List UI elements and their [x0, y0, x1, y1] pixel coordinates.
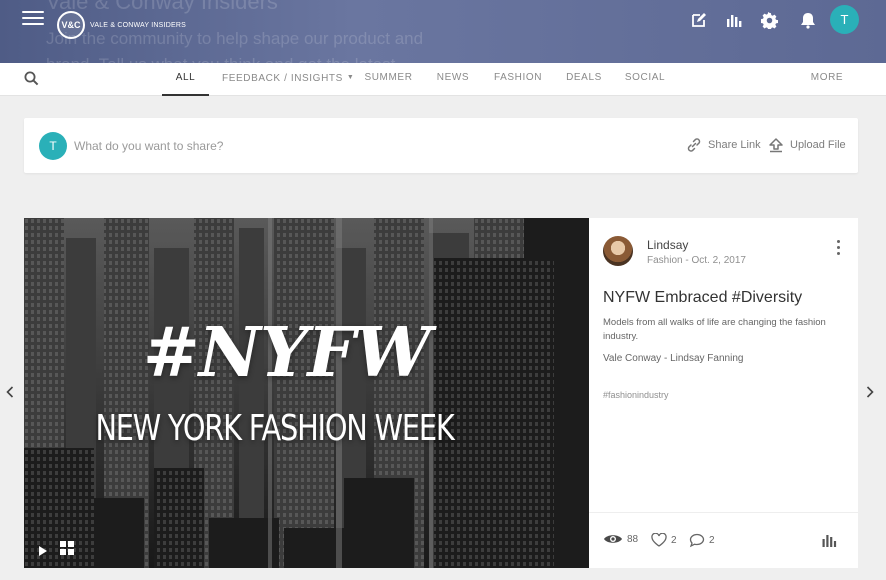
top-header: Vale & Conway Insiders Join the communit…	[0, 0, 886, 63]
author-avatar[interactable]	[603, 236, 633, 266]
like-button[interactable]: 2	[651, 533, 677, 547]
upload-file-button[interactable]: Upload File	[768, 137, 846, 153]
views-stat: 88	[603, 533, 638, 545]
post-details: Lindsay Fashion - Oct. 2, 2017 NYFW Embr…	[589, 218, 858, 568]
upload-file-label: Upload File	[790, 139, 846, 151]
stats-divider	[589, 512, 858, 513]
logo-text: VALE & CONWAY INSIDERS	[90, 21, 186, 29]
tab-social[interactable]: SOCIAL	[622, 63, 668, 96]
tab-more[interactable]: MORE	[806, 63, 848, 96]
author-name[interactable]: Lindsay	[647, 238, 688, 252]
composer-avatar: T	[39, 132, 67, 160]
eye-icon	[604, 535, 622, 543]
search-icon[interactable]	[24, 71, 40, 87]
tab-feedback-insights-label: FEEDBACK / INSIGHTS	[222, 73, 343, 84]
share-composer: T Share Link Upload File	[24, 118, 858, 173]
city-skyline-image	[24, 218, 589, 568]
post-hashtag-link[interactable]: #fashionindustry	[603, 390, 669, 400]
tab-summer[interactable]: SUMMER	[360, 63, 417, 96]
post-media[interactable]: #NYFW NEW YORK FASHION WEEK	[24, 218, 589, 568]
likes-count: 2	[671, 534, 677, 546]
share-input[interactable]	[74, 132, 634, 160]
gallery-icon[interactable]	[60, 541, 74, 555]
chevron-right-icon[interactable]	[866, 386, 876, 400]
logo-badge: V&C	[57, 11, 85, 39]
comment-icon	[689, 533, 705, 548]
post-meta: Fashion - Oct. 2, 2017	[647, 255, 746, 266]
kebab-icon[interactable]	[833, 240, 843, 258]
gear-icon[interactable]	[758, 9, 780, 31]
heart-icon	[651, 533, 667, 547]
user-avatar[interactable]: T	[830, 5, 859, 34]
comments-count: 2	[709, 535, 715, 546]
chevron-left-icon[interactable]	[6, 386, 16, 400]
link-icon	[687, 138, 701, 152]
media-subtitle-text: NEW YORK FASHION WEEK	[95, 408, 454, 449]
post-card: #NYFW NEW YORK FASHION WEEK Lindsay Fash…	[24, 218, 858, 568]
views-count: 88	[627, 533, 639, 545]
edit-icon[interactable]	[688, 9, 710, 31]
header-community-tagline-2: brand. Tell us what you think and get th…	[46, 55, 395, 63]
menu-icon[interactable]	[22, 11, 44, 29]
post-description: Models from all walks of life are changi…	[603, 317, 826, 342]
tab-fashion[interactable]: FASHION	[490, 63, 546, 96]
play-icon[interactable]	[38, 543, 48, 556]
media-hashtag-text: #NYFW	[142, 313, 431, 393]
comment-button[interactable]: 2	[689, 533, 715, 548]
share-link-button[interactable]: Share Link	[686, 137, 761, 153]
caret-down-icon: ▼	[346, 74, 355, 81]
brand-logo[interactable]: V&C VALE & CONWAY INSIDERS	[57, 11, 186, 39]
share-link-label: Share Link	[708, 139, 761, 151]
tab-deals[interactable]: DEALS	[562, 63, 606, 96]
bell-icon[interactable]	[797, 9, 819, 31]
bar-chart-icon[interactable]	[723, 9, 745, 31]
post-analytics-icon[interactable]	[822, 533, 837, 552]
post-title[interactable]: NYFW Embraced #Diversity	[603, 289, 802, 307]
tab-all[interactable]: ALL	[162, 63, 209, 96]
tab-news[interactable]: NEWS	[433, 63, 473, 96]
category-nav: ALL FEEDBACK / INSIGHTS ▼ SUMMER NEWS FAS…	[0, 63, 886, 96]
upload-icon	[769, 138, 783, 153]
post-credit: Vale Conway - Lindsay Fanning	[603, 353, 744, 364]
tab-feedback-insights[interactable]: FEEDBACK / INSIGHTS ▼	[222, 63, 354, 96]
